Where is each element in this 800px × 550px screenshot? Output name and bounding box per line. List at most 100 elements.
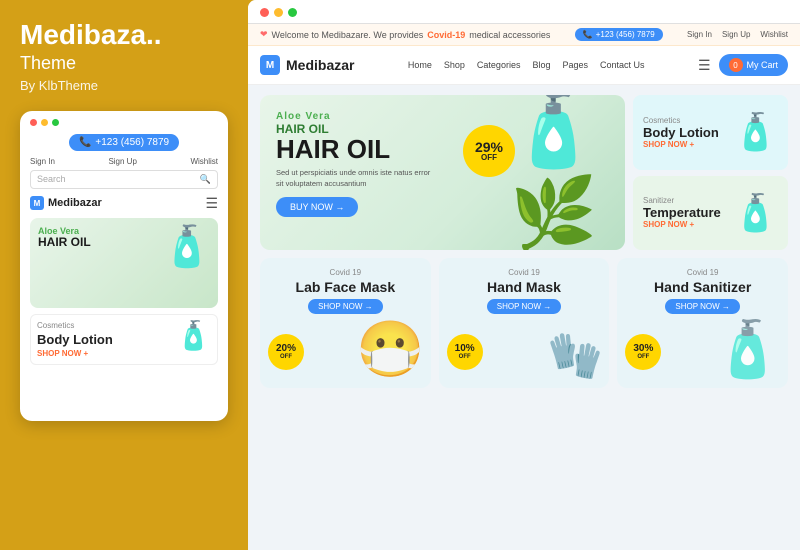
covid-link[interactable]: Covid-19 [427,30,465,40]
mobile-lotion-card: Cosmetics Body Lotion SHOP NOW + 🧴 [30,314,218,365]
hero-section: Aloe Vera HAIR OIL HAIR OIL Sed ut persp… [260,95,788,250]
browser-dot-yellow [274,8,283,17]
notice-right: Sign In Sign Up Wishlist [687,30,788,39]
phone-icon: 📞 [79,137,91,148]
browser-chrome [248,0,800,24]
bottle-icon: 🧴 [162,223,212,270]
wishlist-link[interactable]: Wishlist [760,30,788,39]
card-hand-sanitizer: Covid 19 Hand Sanitizer SHOP NOW → 30% O… [617,258,788,388]
face-mask-off: OFF [280,354,292,360]
hero-description: Sed ut perspiciatis unde omnis iste natu… [276,168,436,189]
face-mask-pct: 20% [276,344,296,354]
card-hand-mask-label: Covid 19 [508,268,540,277]
heart-icon: ❤ [260,29,268,40]
nav-links: Home Shop Categories Blog Pages Contact … [408,60,645,70]
mobile-wishlist[interactable]: Wishlist [190,157,218,166]
mobile-sign-in[interactable]: Sign In [30,157,55,166]
browser-window-dots [260,8,788,17]
card-hand-sanitizer-label: Covid 19 [687,268,719,277]
lotion-icon: 🧴 [733,111,778,153]
top-notice-bar: ❤ Welcome to Medibazare. We provides Cov… [248,24,800,46]
card-face-mask: Covid 19 Lab Face Mask SHOP NOW → 20% OF… [260,258,431,388]
mobile-phone-number: +123 (456) 7879 [95,137,169,148]
lotion-bottle-icon: 🧴 [176,319,211,352]
sanitizer-title: Temperature [643,205,721,220]
nav-pages[interactable]: Pages [562,60,588,70]
mobile-window-dots [20,119,228,132]
hero-badge-pct: 29% [475,140,503,154]
hamburger-icon[interactable]: ☰ [698,57,711,74]
mobile-search-bar[interactable]: Search 🔍 [30,170,218,189]
hero-badge-off: OFF [481,154,497,162]
phone-badge[interactable]: 📞 +123 (456) 7879 [575,28,663,41]
nav-categories[interactable]: Categories [477,60,521,70]
card-hand-mask-top: Covid 19 Hand Mask SHOP NOW → [449,268,600,318]
face-mask-discount-badge: 20% OFF [268,334,304,370]
hero-product-bottles: 🧴🌿 [510,95,625,250]
card-hand-mask-title: Hand Mask [487,279,561,295]
mobile-brand-name: Medibazar [48,197,102,209]
app-by: By KlbTheme [20,78,228,93]
browser-dot-green [288,8,297,17]
hero-buy-btn[interactable]: BUY NOW → [276,197,358,217]
nav-logo: M Medibazar [260,55,354,75]
hamburger-icon[interactable]: ☰ [205,195,218,212]
hand-mask-off: OFF [459,354,471,360]
card-hand-mask: Covid 19 Hand Mask SHOP NOW → 10% OFF 🧤 [439,258,610,388]
nav-logo-icon: M [260,55,280,75]
mobile-phone-badge[interactable]: 📞 +123 (456) 7879 [69,134,179,151]
mobile-hero-banner: Aloe Vera HAIR OIL 🧴 [30,218,218,308]
app-subtitle: Theme [20,53,228,74]
hand-mask-pct: 10% [455,344,475,354]
card-hand-sanitizer-shop-btn[interactable]: SHOP NOW → [665,299,740,314]
sign-in-link[interactable]: Sign In [687,30,712,39]
welcome-text: Welcome to Medibazare. We provides [272,30,424,40]
main-content: Aloe Vera HAIR OIL HAIR OIL Sed ut persp… [248,85,800,398]
product-cards: Covid 19 Lab Face Mask SHOP NOW → 20% OF… [260,258,788,388]
nav-contact[interactable]: Contact Us [600,60,645,70]
sanitizer-pct: 30% [633,344,653,354]
left-panel: Medibaza.. Theme By KlbTheme 📞 +123 (456… [0,0,248,550]
mobile-mockup: 📞 +123 (456) 7879 Sign In Sign Up Wishli… [20,111,228,421]
app-title: Medibaza.. [20,20,228,51]
mobile-sign-up[interactable]: Sign Up [108,157,136,166]
nav-right: ☰ 0 My Cart [698,54,788,76]
sanitizer-category: Sanitizer [643,196,721,205]
card-hand-mask-shop-btn[interactable]: SHOP NOW → [487,299,562,314]
browser-area: ❤ Welcome to Medibazare. We provides Cov… [248,0,800,550]
lotion-category: Cosmetics [643,116,719,125]
medical-text: medical accessories [469,30,550,40]
hand-mask-icon: 🧤 [547,329,603,382]
search-icon: 🔍 [200,174,211,185]
mobile-brand-bar: M Medibazar ☰ [20,195,228,218]
card-face-mask-top: Covid 19 Lab Face Mask SHOP NOW → [270,268,421,318]
cart-button[interactable]: 0 My Cart [719,54,789,76]
sanitizer-banner-text: Sanitizer Temperature SHOP NOW + [643,196,721,229]
sanitizer-discount-badge: 30% OFF [625,334,661,370]
sanitizer-shop-now[interactable]: SHOP NOW + [643,220,721,229]
sign-up-link[interactable]: Sign Up [722,30,750,39]
dot-yellow [41,119,48,126]
card-face-mask-label: Covid 19 [330,268,362,277]
lotion-title: Body Lotion [643,125,719,140]
nav-logo-text: Medibazar [286,57,354,73]
dot-red [30,119,37,126]
card-face-mask-shop-btn[interactable]: SHOP NOW → [308,299,383,314]
nav-home[interactable]: Home [408,60,432,70]
nav-bar: M Medibazar Home Shop Categories Blog Pa… [248,46,800,85]
lotion-banner-text: Cosmetics Body Lotion SHOP NOW + [643,116,719,149]
side-banner-sanitizer: Sanitizer Temperature SHOP NOW + 🧴 [633,176,788,251]
nav-shop[interactable]: Shop [444,60,465,70]
mobile-logo-icon: M [30,196,44,210]
mobile-search-placeholder: Search [37,174,200,184]
card-hand-sanitizer-title: Hand Sanitizer [654,279,751,295]
hero-discount-badge: 29% OFF [463,125,515,177]
mobile-logo: M Medibazar [30,196,102,210]
face-mask-icon: 😷 [356,317,424,382]
lotion-shop-now[interactable]: SHOP NOW + [643,140,719,149]
card-face-mask-title: Lab Face Mask [296,279,396,295]
sanitizer-off: OFF [637,354,649,360]
sanitizer-bottle-icon: 🧴 [714,317,782,382]
nav-blog[interactable]: Blog [532,60,550,70]
notice-left: ❤ Welcome to Medibazare. We provides Cov… [260,29,550,40]
